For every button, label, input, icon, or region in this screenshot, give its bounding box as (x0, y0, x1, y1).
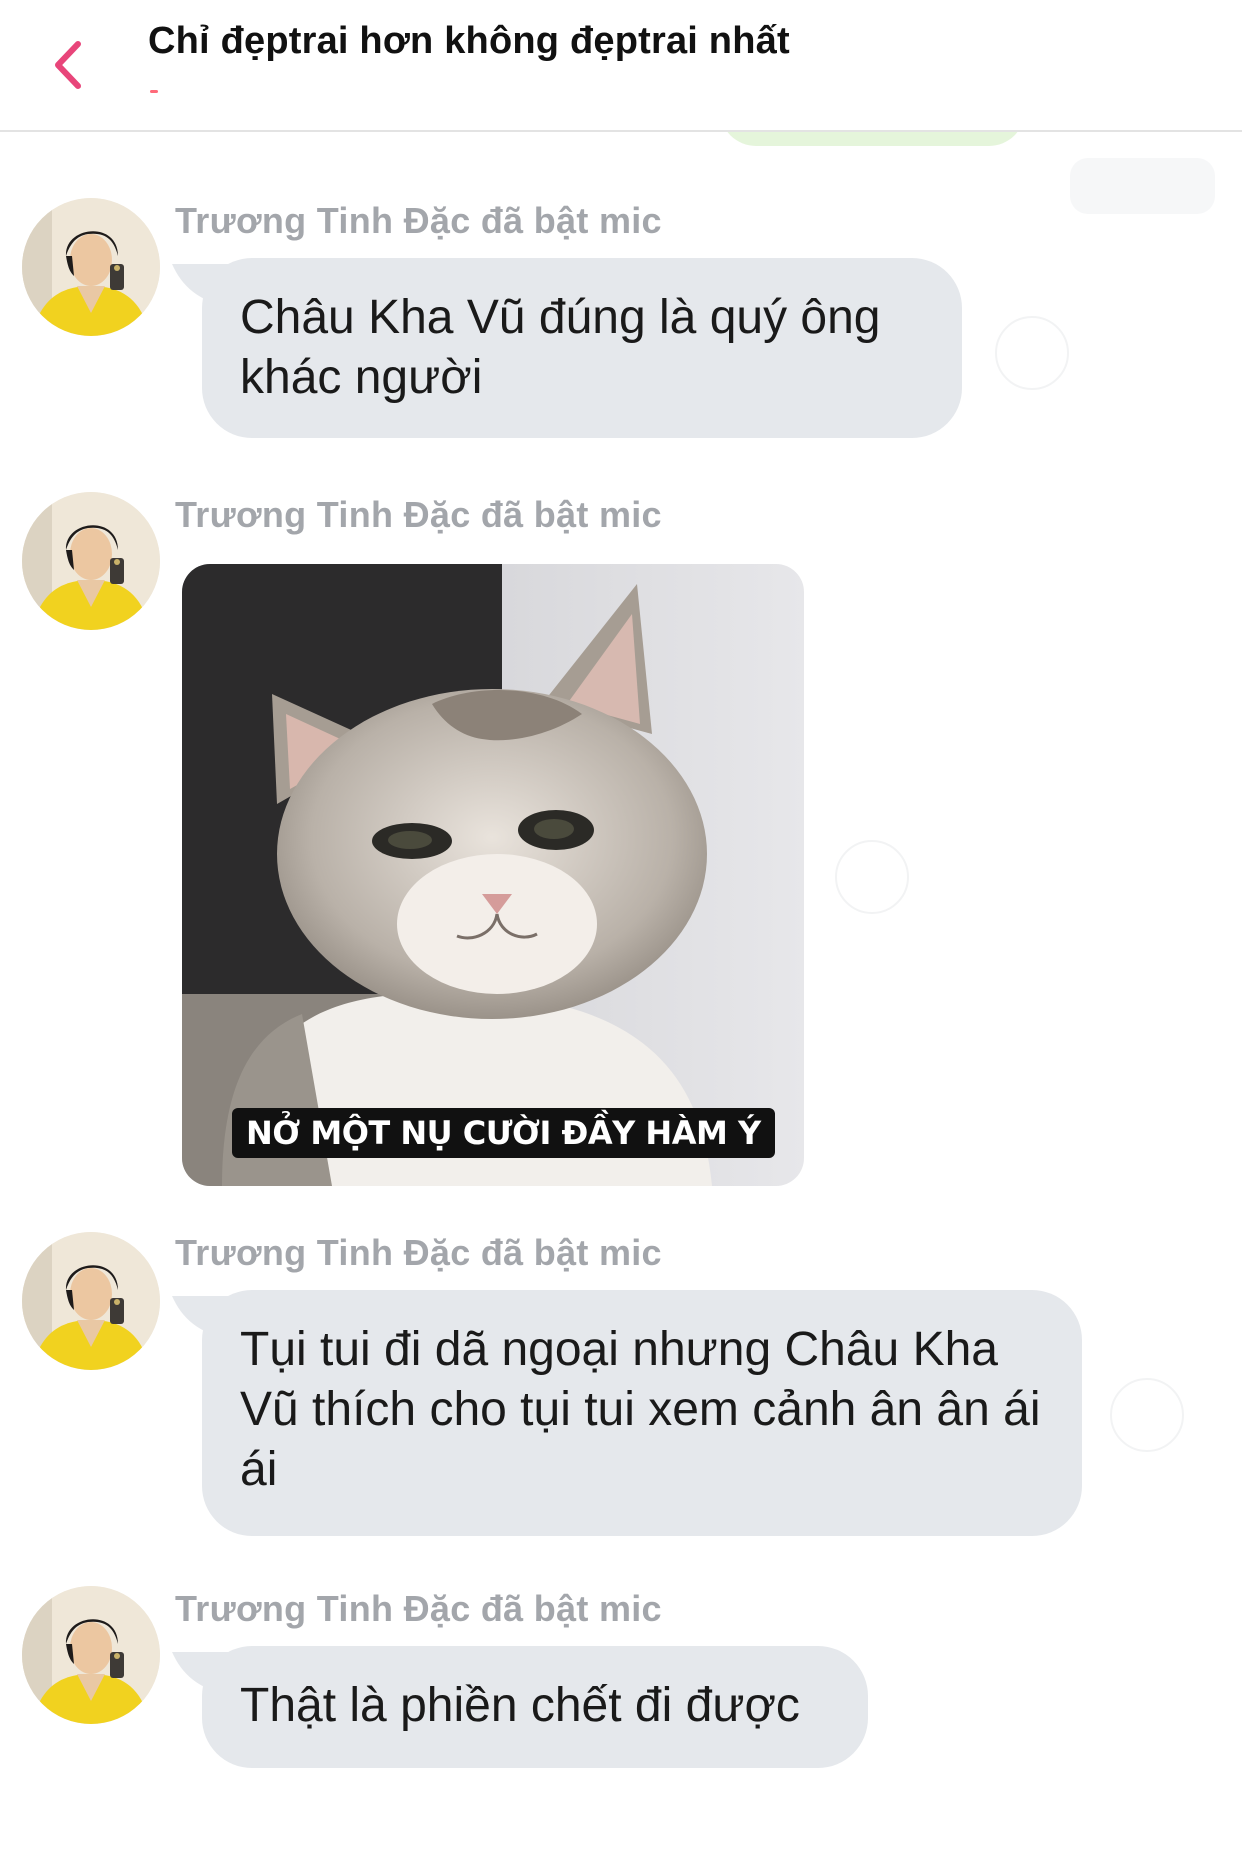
chevron-left-icon (55, 41, 81, 89)
sender-label: Trương Tinh Đặc đã bật mic (175, 494, 662, 535)
avatar-image (22, 198, 160, 336)
status-dot (150, 90, 158, 93)
background-circle (835, 840, 909, 914)
avatar-image (22, 1586, 160, 1724)
background-bubble-remnant (1070, 158, 1215, 214)
avatar[interactable] (22, 1232, 160, 1370)
avatar[interactable] (22, 1586, 160, 1724)
back-button[interactable] (38, 30, 98, 100)
message-bubble[interactable]: Châu Kha Vũ đúng là quý ông khác người (202, 258, 962, 438)
avatar[interactable] (22, 198, 160, 336)
image-caption: NỞ MỘT NỤ CƯỜI ĐẦY HÀM Ý (232, 1108, 775, 1158)
avatar-image (22, 492, 160, 630)
sender-label: Trương Tinh Đặc đã bật mic (175, 1232, 662, 1273)
avatar-image (22, 1232, 160, 1370)
cat-meme-image (182, 564, 804, 1186)
background-circle (1110, 1378, 1184, 1452)
message-bubble[interactable]: Thật là phiền chết đi được (202, 1646, 868, 1768)
chat-header: Chỉ đẹptrai hơn không đẹptrai nhất (0, 0, 1242, 132)
image-message[interactable]: NỞ MỘT NỤ CƯỜI ĐẦY HÀM Ý (182, 564, 804, 1186)
sender-label: Trương Tinh Đặc đã bật mic (175, 200, 662, 241)
chat-title: Chỉ đẹptrai hơn không đẹptrai nhất (148, 20, 790, 62)
sender-label: Trương Tinh Đặc đã bật mic (175, 1588, 662, 1629)
avatar[interactable] (22, 492, 160, 630)
message-bubble[interactable]: Tụi tui đi dã ngoại nhưng Châu Kha Vũ th… (202, 1290, 1082, 1536)
background-circle (995, 316, 1069, 390)
